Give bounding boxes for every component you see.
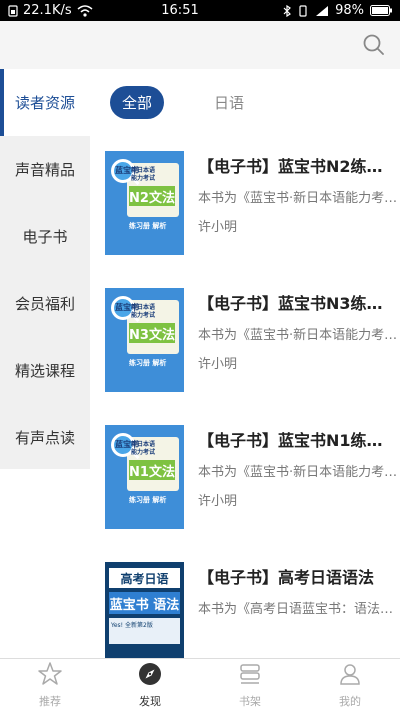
book-title: 【电子书】高考日语语法	[198, 568, 375, 587]
tab-label: 我的	[339, 695, 361, 708]
compass-icon	[137, 661, 163, 690]
book-author: 许小明	[198, 357, 238, 372]
top-bar	[0, 21, 400, 69]
book-item[interactable]: 蓝宝书 新日本语 能力考试 N3文法 练习册 解析 【电子书】蓝宝书N3练习册 本…	[105, 288, 400, 398]
cover-footer: 练习册 解析	[129, 496, 167, 504]
sidebar-item-label: 读者资源	[14, 94, 75, 112]
cover-level: N2文法	[129, 186, 175, 206]
sidebar-item-member-benefits[interactable]: 会员福利	[0, 270, 90, 337]
signal-icon	[315, 5, 329, 17]
battery-icon	[370, 5, 392, 16]
book-description: 本书为《蓝宝书·新日本语能力考试N2文法》配套练习	[198, 191, 398, 206]
sidebar-item-label: 精选课程	[14, 362, 75, 380]
tab-bookshelf[interactable]: 书架	[200, 659, 300, 711]
cover-title: 高考日语	[109, 568, 180, 588]
book-description: 本书为《蓝宝书·新日本语能力考试N1文法》配套练习	[198, 465, 398, 480]
sidebar-item-label: 会员福利	[14, 295, 75, 313]
book-description: 本书为《蓝宝书·新日本语能力考试N3文法》配套练习	[198, 328, 398, 343]
cover-note: Yes! 全新第2版	[111, 622, 153, 629]
book-title: 【电子书】蓝宝书N2练习册	[198, 157, 398, 176]
tab-label: 书架	[239, 695, 261, 708]
cover-level: N3文法	[129, 323, 175, 343]
star-icon	[37, 661, 63, 690]
tab-label: 推荐	[39, 695, 61, 708]
battery-percent: 98%	[335, 3, 364, 18]
book-description: 本书为《高考日语蓝宝书：语法》配套资源	[198, 602, 398, 617]
book-info: 【电子书】蓝宝书N1练习册 本书为《蓝宝书·新日本语能力考试N1文法》配套练习 …	[198, 425, 398, 535]
cover-sub-line: 新日本语	[131, 304, 156, 311]
vibrate-icon	[297, 4, 309, 17]
sidebar-item-ebook[interactable]: 电子书	[0, 203, 90, 270]
book-cover: 高考日语 蓝宝书 语法 Yes! 全新第2版	[105, 562, 184, 658]
cover-sub-line: 新日本语	[131, 167, 156, 174]
cover-footer: 练习册 解析	[129, 222, 167, 230]
filter-chip-all[interactable]: 全部	[110, 85, 165, 119]
tab-label: 发现	[139, 695, 161, 708]
bluetooth-icon	[283, 4, 292, 17]
wifi-icon	[77, 4, 93, 17]
filter-bar: 全部 日语	[90, 69, 400, 135]
cover-sub-line: 新日本语	[131, 441, 156, 448]
book-author: 许小明	[198, 220, 238, 235]
book-title: 【电子书】蓝宝书N3练习册	[198, 294, 398, 313]
cover-sub-line: 能力考试	[131, 449, 156, 456]
book-item[interactable]: 高考日语 蓝宝书 语法 Yes! 全新第2版 【电子书】高考日语语法 本书为《高…	[105, 562, 400, 658]
cover-subtitle: 新日本语 能力考试	[131, 304, 155, 320]
status-right: 98%	[242, 3, 392, 18]
tab-recommend[interactable]: 推荐	[0, 659, 100, 711]
status-bar: 22.1K/s 16:51 98%	[0, 0, 400, 21]
sidebar-item-label: 有声点读	[14, 429, 75, 447]
book-cover: 蓝宝书 新日本语 能力考试 N1文法 练习册 解析	[105, 425, 184, 529]
tab-discover[interactable]: 发现	[100, 659, 200, 711]
sidebar-item-label: 声音精品	[14, 161, 75, 179]
cover-level: N1文法	[129, 460, 175, 480]
sidebar-item-label: 电子书	[22, 228, 68, 246]
tab-profile[interactable]: 我的	[300, 659, 400, 711]
sidebar-item-courses[interactable]: 精选课程	[0, 337, 90, 404]
clock: 16:51	[161, 3, 199, 18]
bottom-tab-bar: 推荐 发现 书架 我的	[0, 658, 400, 711]
cover-footer: 练习册 解析	[129, 359, 167, 367]
cover-subtitle: 新日本语 能力考试	[131, 441, 155, 457]
user-icon	[337, 661, 363, 690]
book-item[interactable]: 蓝宝书 新日本语 能力考试 N1文法 练习册 解析 【电子书】蓝宝书N1练习册 本…	[105, 425, 400, 535]
book-cover: 蓝宝书 新日本语 能力考试 N3文法 练习册 解析	[105, 288, 184, 392]
sidebar-item-audio-reading[interactable]: 有声点读	[0, 404, 90, 471]
cover-sub-line: 能力考试	[131, 312, 156, 319]
book-author: 许小明	[198, 494, 238, 509]
filter-chip-japanese[interactable]: 日语	[202, 86, 256, 119]
cover-subtitle: 新日本语 能力考试	[131, 167, 155, 183]
book-info: 【电子书】高考日语语法 本书为《高考日语蓝宝书：语法》配套资源	[198, 562, 398, 658]
category-sidebar: 读者资源 声音精品 电子书 会员福利 精选课程 有声点读	[0, 69, 90, 469]
book-title: 【电子书】蓝宝书N1练习册	[198, 431, 398, 450]
sidebar-item-reader-resources[interactable]: 读者资源	[0, 69, 90, 136]
sim-icon	[8, 4, 18, 17]
network-speed: 22.1K/s	[23, 3, 72, 18]
cover-sub-line: 能力考试	[131, 175, 156, 182]
book-cover: 蓝宝书 新日本语 能力考试 N2文法 练习册 解析	[105, 151, 184, 255]
search-icon[interactable]	[362, 33, 386, 57]
book-item[interactable]: 蓝宝书 新日本语 能力考试 N2文法 练习册 解析 【电子书】蓝宝书N2练习册 本…	[105, 151, 400, 261]
sidebar-item-audio[interactable]: 声音精品	[0, 136, 90, 203]
book-info: 【电子书】蓝宝书N2练习册 本书为《蓝宝书·新日本语能力考试N2文法》配套练习 …	[198, 151, 398, 261]
book-info: 【电子书】蓝宝书N3练习册 本书为《蓝宝书·新日本语能力考试N3文法》配套练习 …	[198, 288, 398, 398]
cover-band: 蓝宝书 语法	[109, 592, 180, 614]
bookshelf-icon	[237, 661, 263, 690]
book-list-panel: 全部 日语 蓝宝书 新日本语 能力考试 N2文法 练习册 解析 【电子书】蓝宝书N…	[90, 69, 400, 658]
